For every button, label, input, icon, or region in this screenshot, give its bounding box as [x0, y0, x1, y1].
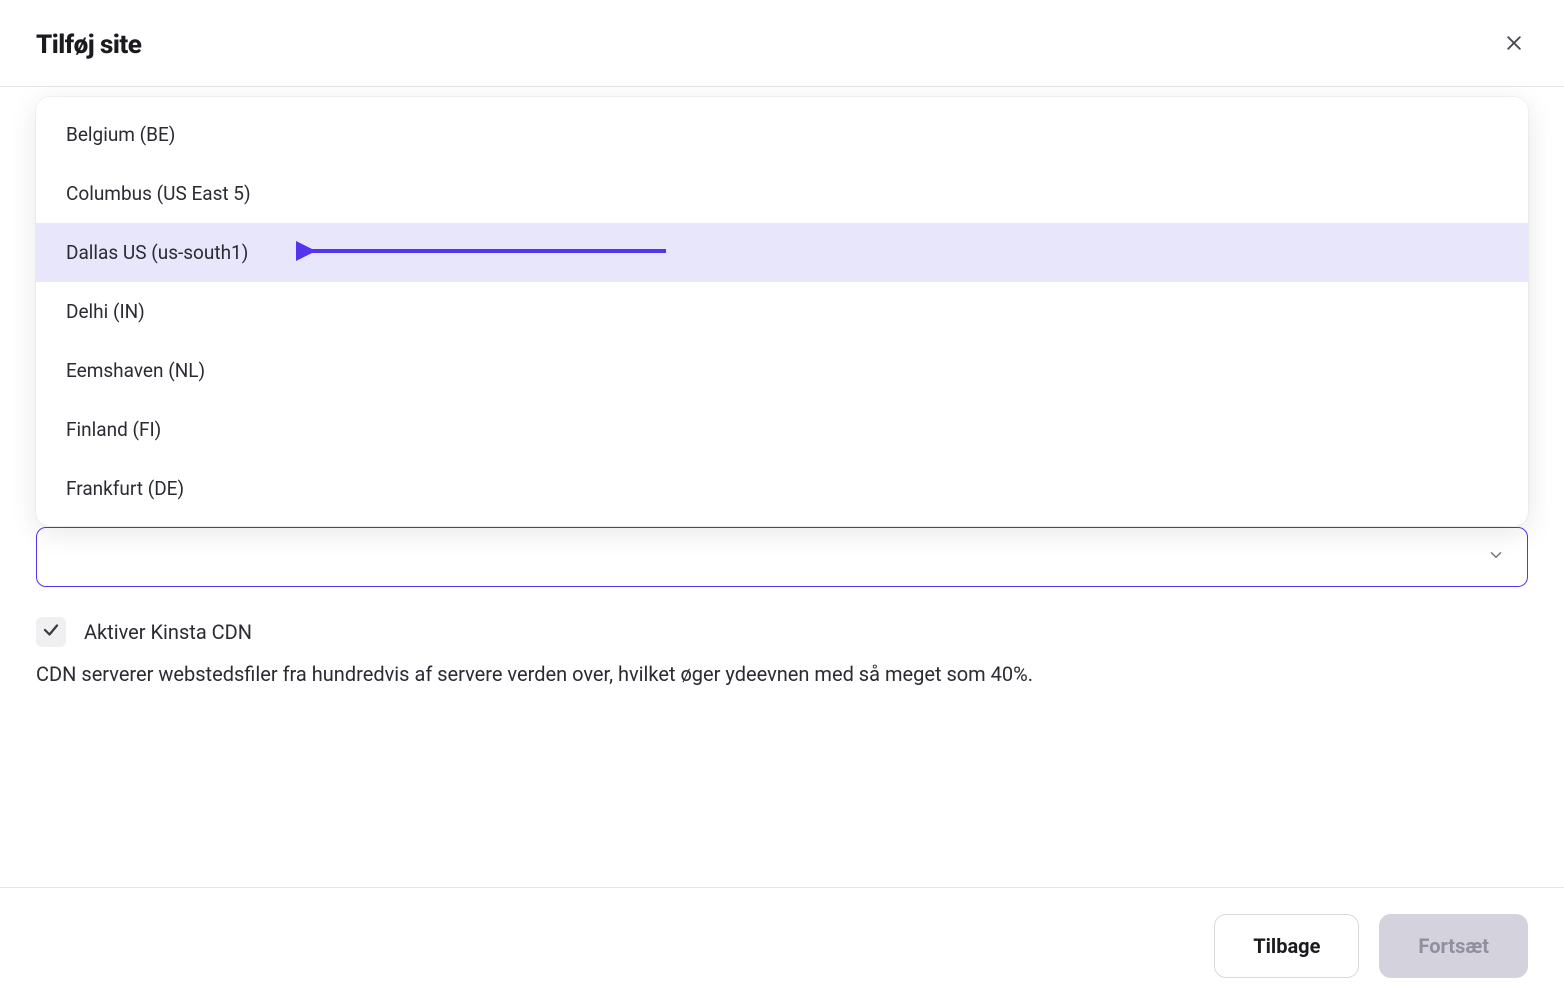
cdn-checkbox[interactable]	[36, 617, 66, 647]
close-icon	[1504, 33, 1524, 57]
chevron-down-icon	[1487, 546, 1505, 568]
cdn-label: Aktiver Kinsta CDN	[84, 620, 252, 644]
modal-title: Tilføj site	[36, 30, 141, 60]
add-site-modal: Tilføj site Belgium (BE)Columbus (US Eas…	[0, 0, 1564, 1004]
datacenter-dropdown[interactable]: Belgium (BE)Columbus (US East 5)Dallas U…	[36, 97, 1528, 526]
modal-body: Belgium (BE)Columbus (US East 5)Dallas U…	[0, 87, 1564, 887]
close-button[interactable]	[1500, 31, 1528, 59]
modal-footer: Tilbage Fortsæt	[0, 887, 1564, 1004]
cdn-description: CDN serverer webstedsfiler fra hundredvi…	[36, 659, 1528, 689]
datacenter-option[interactable]: Delhi (IN)	[36, 282, 1528, 341]
datacenter-select[interactable]	[36, 527, 1528, 587]
continue-button[interactable]: Fortsæt	[1379, 914, 1528, 978]
datacenter-option[interactable]: Frankfurt (DE)	[36, 459, 1528, 518]
datacenter-option[interactable]: Finland (FI)	[36, 400, 1528, 459]
back-button[interactable]: Tilbage	[1214, 914, 1359, 978]
datacenter-option[interactable]: Columbus (US East 5)	[36, 164, 1528, 223]
datacenter-option[interactable]: Eemshaven (NL)	[36, 341, 1528, 400]
check-icon	[42, 621, 60, 643]
modal-header: Tilføj site	[0, 0, 1564, 87]
datacenter-option[interactable]: Dallas US (us-south1)	[36, 223, 1528, 282]
datacenter-option[interactable]: Belgium (BE)	[36, 105, 1528, 164]
cdn-section: Aktiver Kinsta CDN CDN serverer websteds…	[36, 617, 1528, 689]
